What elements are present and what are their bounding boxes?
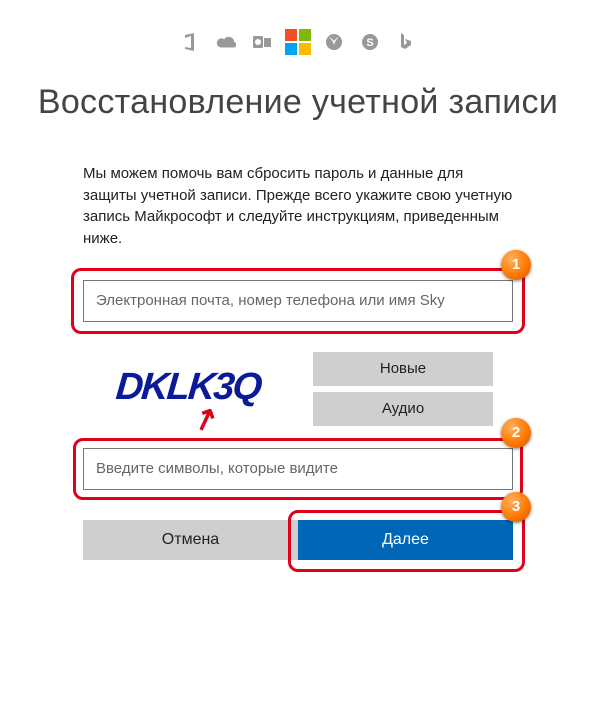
cancel-button[interactable]: Отмена <box>83 520 298 560</box>
skype-icon: S <box>360 32 380 52</box>
onedrive-icon <box>216 32 236 52</box>
service-icon-bar: S <box>0 0 596 52</box>
main-content: Мы можем помочь вам сбросить пароль и да… <box>83 163 513 560</box>
page-title: Восстановление учетной записи <box>0 82 596 123</box>
description-text: Мы можем помочь вам сбросить пароль и да… <box>83 163 513 250</box>
office-icon <box>180 32 200 52</box>
captcha-text: DKLK3Q <box>114 366 262 409</box>
annotation-badge-1: 1 <box>501 250 531 280</box>
account-field-wrap: 1 <box>83 280 513 322</box>
annotation-badge-3: 3 <box>501 492 531 522</box>
captcha-buttons: Новые Аудио <box>313 352 493 426</box>
captcha-field-wrap: 2 <box>83 448 513 490</box>
captcha-row: DKLK3Q ↗ Новые Аудио <box>83 352 513 426</box>
xbox-icon <box>324 32 344 52</box>
captcha-new-button[interactable]: Новые <box>313 352 493 386</box>
svg-text:S: S <box>366 37 373 49</box>
account-input[interactable] <box>83 280 513 322</box>
captcha-input[interactable] <box>83 448 513 490</box>
next-button[interactable]: Далее <box>298 520 513 560</box>
captcha-audio-button[interactable]: Аудио <box>313 392 493 426</box>
outlook-icon <box>252 32 272 52</box>
bing-icon <box>396 32 416 52</box>
captcha-image: DKLK3Q ↗ <box>83 352 293 424</box>
microsoft-logo <box>288 32 308 52</box>
action-buttons: Отмена Далее 3 <box>83 520 513 560</box>
